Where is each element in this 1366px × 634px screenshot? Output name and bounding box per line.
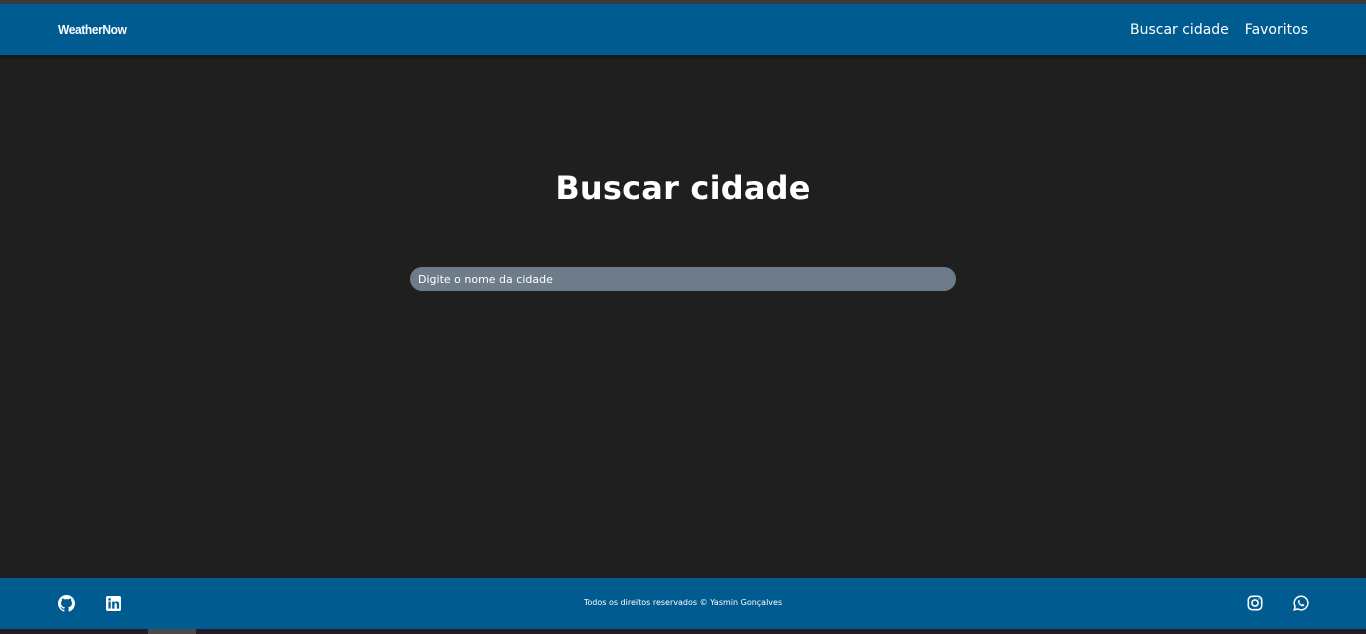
site-footer: Todos os direitos reservados © Yasmin Go… — [0, 578, 1366, 629]
taskbar-item[interactable] — [148, 629, 196, 634]
brand-logo[interactable]: WeatherNow — [58, 22, 127, 37]
main-nav: Buscar cidade Favoritos — [1130, 22, 1308, 38]
site-header: WeatherNow Buscar cidade Favoritos — [0, 4, 1366, 55]
whatsapp-icon[interactable] — [1292, 594, 1310, 612]
page-title: Buscar cidade — [555, 169, 811, 207]
nav-link-favoritos[interactable]: Favoritos — [1245, 22, 1308, 38]
main-content: Buscar cidade — [0, 55, 1366, 578]
instagram-icon[interactable] — [1246, 594, 1264, 612]
taskbar-strip — [0, 629, 1366, 634]
copyright-text: Todos os direitos reservados © Yasmin Go… — [583, 598, 783, 607]
nav-link-buscar-cidade[interactable]: Buscar cidade — [1130, 22, 1229, 38]
city-search-input[interactable] — [410, 267, 956, 291]
